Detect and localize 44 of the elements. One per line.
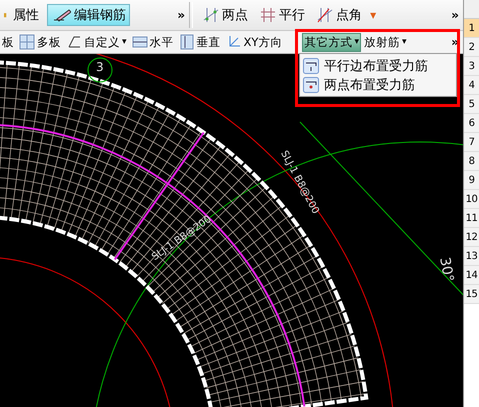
row-number[interactable]: 7 <box>464 133 479 152</box>
parallel-layout-icon <box>303 58 319 74</box>
toolbar-button[interactable]: XY方向 <box>224 32 284 52</box>
two-point-layout-icon <box>303 76 319 92</box>
row-number[interactable]: 5 <box>464 95 479 114</box>
toolbar-button[interactable]: 两点 <box>199 4 252 26</box>
toolbar-button[interactable]: 水平 <box>130 32 176 52</box>
row-number[interactable]: 14 <box>464 266 479 285</box>
toolbar-button[interactable]: 板 <box>0 32 16 52</box>
toolbar-button[interactable]: 其它方式 ▾ <box>302 32 361 52</box>
toolbar-button[interactable]: 点角 <box>313 4 366 26</box>
menu-item[interactable]: 两点布置受力筋 <box>300 75 456 94</box>
row-number[interactable]: 11 <box>464 209 479 228</box>
row-number[interactable]: 1 <box>464 19 479 38</box>
row-number[interactable]: 13 <box>464 247 479 266</box>
toolbar-button[interactable]: 平行 <box>256 4 310 26</box>
row-number[interactable]: 9 <box>464 171 479 190</box>
parallel-lines-icon <box>260 7 276 23</box>
pen-icon <box>51 7 71 23</box>
toolbar-button[interactable]: 多板 <box>17 32 63 52</box>
polygon-icon <box>66 34 82 50</box>
row-number[interactable]: 10 <box>464 190 479 209</box>
overflow-chevron[interactable]: » <box>177 8 186 22</box>
row-number[interactable]: 8 <box>464 152 479 171</box>
row-number[interactable]: 4 <box>464 76 479 95</box>
row-number[interactable]: 6 <box>464 114 479 133</box>
grid-icon <box>19 34 35 50</box>
angle-icon <box>317 7 334 23</box>
overflow-chevron[interactable]: » <box>451 8 459 22</box>
row-number[interactable]: 3 <box>464 57 479 76</box>
axis-number: 3 <box>96 60 104 74</box>
row-number[interactable]: 12 <box>464 228 479 247</box>
toolbar-button[interactable]: 编辑钢筋 <box>47 4 130 26</box>
toolbar-button[interactable]: 属性 <box>0 4 43 26</box>
toolbar-button[interactable]: 垂直 <box>176 32 223 52</box>
horizontal-icon <box>132 34 148 50</box>
angle-label: 30° <box>436 256 456 284</box>
line-icon <box>203 7 220 23</box>
row-number[interactable]: 2 <box>464 38 479 57</box>
toolbar-button[interactable]: 放射筋 ▾ <box>362 32 408 52</box>
toolbar-button[interactable]: 自定义 ▾ <box>64 32 129 52</box>
row-number[interactable]: 15 <box>464 285 479 304</box>
menu-item[interactable]: 平行边布置受力筋 <box>300 56 456 75</box>
vertical-icon <box>178 34 195 50</box>
